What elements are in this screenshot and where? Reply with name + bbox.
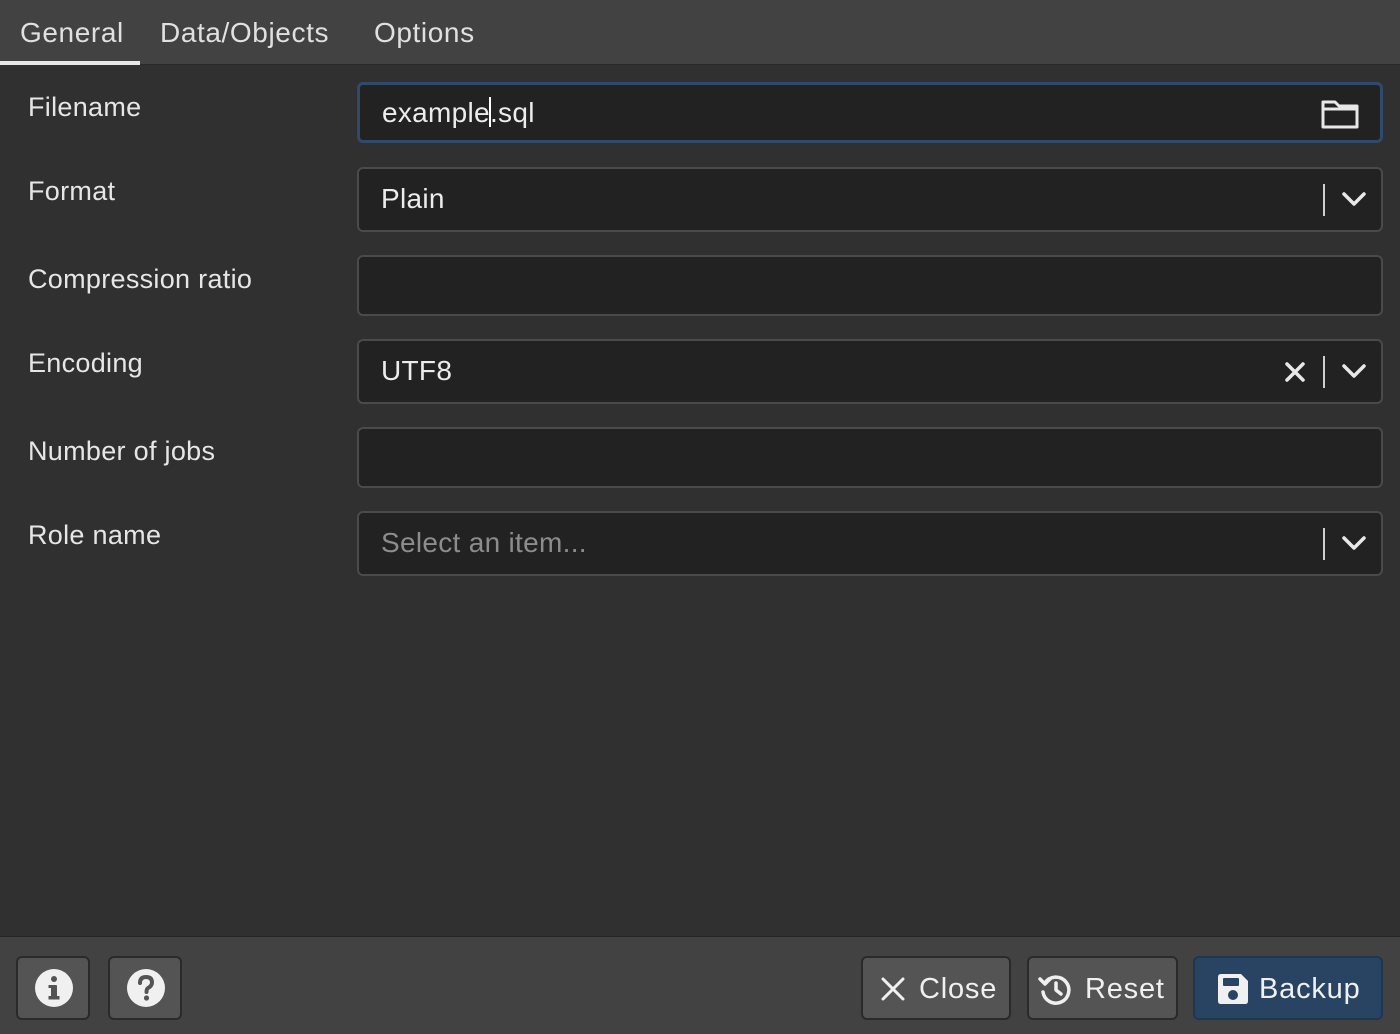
close-icon [879, 975, 907, 1011]
chevron-down-icon[interactable] [1341, 533, 1367, 558]
tab-options[interactable]: Options [374, 0, 475, 65]
select-divider [1323, 528, 1325, 560]
backup-button-label: Backup [1259, 973, 1361, 1005]
select-divider [1323, 184, 1325, 216]
tab-data-objects-label: Data/Objects [160, 17, 330, 48]
role-name-select[interactable]: Select an item... [357, 511, 1383, 576]
format-value: Plain [381, 183, 445, 214]
compression-ratio-input[interactable] [357, 255, 1383, 316]
close-button[interactable]: Close [861, 956, 1011, 1020]
folder-icon[interactable] [1320, 98, 1360, 135]
encoding-value: UTF8 [381, 355, 453, 386]
number-of-jobs-input[interactable] [357, 427, 1383, 488]
reset-button-label: Reset [1085, 973, 1165, 1005]
tab-general-label: General [20, 17, 124, 48]
close-button-label: Close [919, 973, 998, 1005]
reset-icon [1037, 971, 1075, 1017]
filename-value: example.sql [382, 97, 535, 128]
filename-label: Filename [28, 92, 142, 122]
tab-bar: General Data/Objects Options [0, 0, 1400, 65]
backup-button[interactable]: Backup [1193, 956, 1383, 1020]
dialog-footer: Close Reset Backup [0, 936, 1400, 1034]
save-icon [1215, 971, 1251, 1015]
encoding-select[interactable]: UTF8 [357, 339, 1383, 404]
role-name-label: Role name [28, 520, 162, 550]
tab-options-label: Options [374, 17, 475, 48]
tab-general[interactable]: General [0, 0, 140, 65]
info-icon [34, 968, 74, 1016]
chevron-down-icon[interactable] [1341, 189, 1367, 214]
number-of-jobs-label: Number of jobs [28, 436, 216, 466]
backup-dialog: General Data/Objects Options Filename ex… [0, 0, 1400, 1034]
role-name-placeholder: Select an item... [381, 527, 587, 558]
select-divider [1323, 356, 1325, 388]
compression-ratio-label: Compression ratio [28, 264, 253, 294]
info-button[interactable] [16, 956, 90, 1020]
encoding-label: Encoding [28, 348, 143, 378]
clear-icon[interactable] [1283, 360, 1307, 389]
help-button[interactable] [108, 956, 182, 1020]
format-label: Format [28, 176, 116, 206]
filename-input[interactable]: example.sql [357, 82, 1383, 143]
format-select[interactable]: Plain [357, 167, 1383, 232]
tab-data-objects[interactable]: Data/Objects [160, 0, 329, 65]
reset-button[interactable]: Reset [1027, 956, 1178, 1020]
help-icon [126, 968, 166, 1016]
chevron-down-icon[interactable] [1341, 361, 1367, 386]
